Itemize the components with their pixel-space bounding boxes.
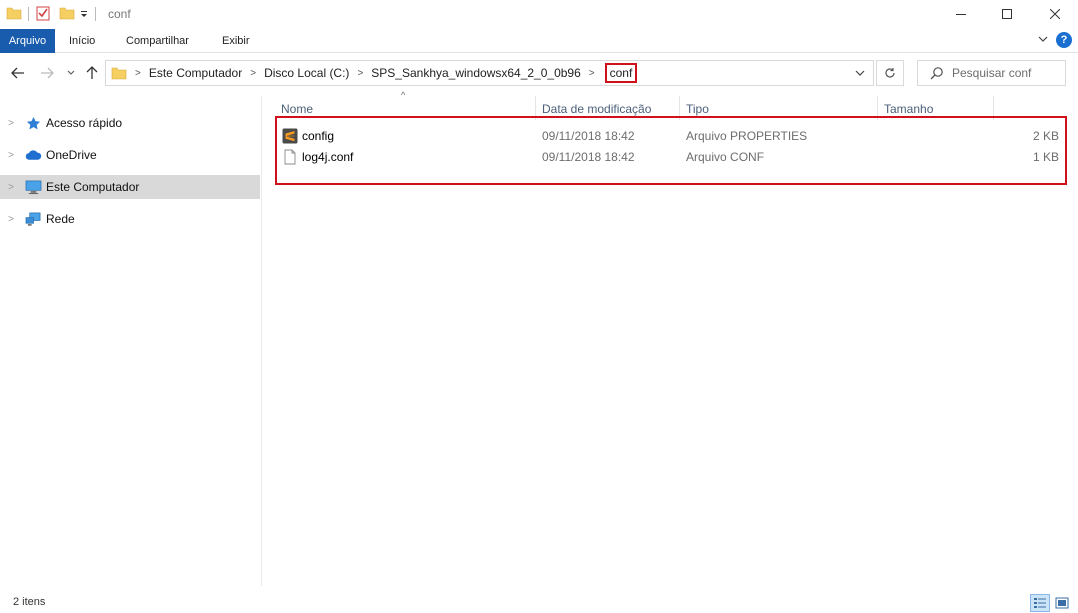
tab-exibir[interactable]: Exibir	[222, 29, 250, 53]
file-name[interactable]: config	[302, 129, 334, 143]
tab-compartilhar[interactable]: Compartilhar	[126, 29, 189, 53]
title-bar: conf	[0, 0, 1078, 28]
blank-file-icon	[282, 149, 298, 165]
toolbar-divider	[28, 7, 29, 21]
window-title: conf	[108, 7, 131, 21]
status-bar: 2 itens	[0, 590, 1078, 613]
sidebar-item-label: Este Computador	[46, 180, 140, 194]
breadcrumb-separator[interactable]: >	[250, 68, 256, 79]
table-row[interactable]: log4j.conf 09/11/2018 18:42 Arquivo CONF…	[270, 147, 1070, 168]
file-list: ^ Nome Data de modificação Tipo Tamanho …	[270, 90, 1070, 590]
breadcrumb-disco-local[interactable]: Disco Local (C:)	[264, 66, 349, 80]
forward-button[interactable]	[37, 61, 57, 85]
chevron-down-icon	[67, 70, 75, 75]
large-icons-view-button[interactable]	[1052, 594, 1072, 612]
chevron-down-icon	[855, 70, 865, 76]
file-date: 09/11/2018 18:42	[542, 150, 635, 164]
file-date: 09/11/2018 18:42	[542, 129, 635, 143]
forward-arrow-icon	[41, 67, 54, 79]
new-folder-icon[interactable]	[59, 5, 75, 24]
star-icon	[24, 115, 42, 131]
large-icons-view-icon	[1055, 597, 1069, 609]
file-name[interactable]: log4j.conf	[302, 150, 353, 164]
search-placeholder[interactable]: Pesquisar conf	[952, 66, 1031, 80]
folder-icon	[111, 65, 127, 81]
breadcrumb-current-folder[interactable]: conf	[604, 63, 638, 83]
recent-locations-button[interactable]	[64, 61, 78, 85]
address-bar[interactable]: > Este Computador > Disco Local (C:) > S…	[105, 60, 874, 86]
file-type: Arquivo CONF	[686, 150, 765, 164]
sidebar-item-acesso-rapido[interactable]: > Acesso rápido	[0, 111, 260, 135]
tab-arquivo[interactable]: Arquivo	[0, 29, 55, 53]
sidebar-item-rede[interactable]: > Rede	[0, 207, 260, 231]
chevron-right-icon[interactable]: >	[2, 214, 20, 225]
back-arrow-icon	[11, 67, 24, 79]
sidebar-item-label: Acesso rápido	[46, 116, 123, 130]
details-view-button[interactable]	[1030, 594, 1050, 612]
properties-icon[interactable]	[35, 5, 51, 24]
breadcrumb-este-computador[interactable]: Este Computador	[149, 66, 242, 80]
sidebar-item-este-computador[interactable]: > Este Computador	[0, 175, 260, 199]
up-arrow-icon	[86, 66, 98, 79]
cloud-icon	[24, 147, 42, 163]
navigation-pane: > Acesso rápido > OneDrive > Este Comput…	[0, 96, 262, 586]
tab-inicio[interactable]: Início	[69, 29, 95, 53]
breadcrumb-separator[interactable]: >	[589, 68, 595, 79]
details-view-icon	[1034, 598, 1046, 608]
file-size: 1 KB	[1032, 150, 1059, 164]
network-icon	[24, 211, 42, 227]
chevron-right-icon[interactable]: >	[2, 118, 20, 129]
ribbon-help-area: ?	[1038, 32, 1072, 48]
help-icon[interactable]: ?	[1056, 32, 1072, 48]
minimize-icon	[956, 14, 966, 15]
back-button[interactable]	[8, 61, 28, 85]
customize-toolbar-icon[interactable]	[79, 5, 89, 24]
folder-icon	[6, 5, 22, 24]
close-button[interactable]	[1032, 0, 1078, 28]
breadcrumb-sps-sankhya[interactable]: SPS_Sankhya_windowsx64_2_0_0b96	[371, 66, 581, 80]
table-row[interactable]: config 09/11/2018 18:42 Arquivo PROPERTI…	[270, 126, 1070, 147]
sidebar-item-onedrive[interactable]: > OneDrive	[0, 143, 260, 167]
maximize-icon	[1002, 9, 1012, 19]
up-button[interactable]	[83, 61, 101, 85]
breadcrumb-separator[interactable]: >	[357, 68, 363, 79]
address-row: > Este Computador > Disco Local (C:) > S…	[0, 58, 1078, 88]
minimize-button[interactable]	[938, 0, 984, 28]
sidebar-item-label: Rede	[46, 212, 75, 226]
toolbar-divider	[95, 7, 96, 21]
maximize-button[interactable]	[984, 0, 1030, 28]
refresh-icon	[885, 68, 895, 78]
close-icon	[1050, 9, 1060, 19]
sort-ascending-icon: ^	[401, 90, 406, 100]
file-size: 2 KB	[1032, 129, 1059, 143]
chevron-right-icon[interactable]: >	[2, 182, 20, 193]
quick-access-toolbar	[6, 5, 102, 23]
computer-icon	[24, 179, 42, 195]
address-history-button[interactable]	[847, 61, 873, 85]
file-type: Arquivo PROPERTIES	[686, 129, 808, 143]
search-icon	[930, 67, 943, 80]
refresh-button[interactable]	[876, 60, 904, 86]
chevron-right-icon[interactable]: >	[2, 150, 20, 161]
file-explorer-window: conf Arquivo Início Compartilhar Exibir …	[0, 0, 1078, 613]
sidebar-item-label: OneDrive	[46, 148, 97, 162]
ribbon-tabs: Arquivo Início Compartilhar Exibir ?	[0, 29, 1078, 53]
item-count: 2 itens	[13, 596, 46, 608]
sublime-file-icon	[282, 128, 298, 144]
breadcrumb-separator[interactable]: >	[135, 68, 141, 79]
expand-ribbon-icon[interactable]	[1038, 33, 1048, 47]
search-box[interactable]: Pesquisar conf	[917, 60, 1066, 86]
